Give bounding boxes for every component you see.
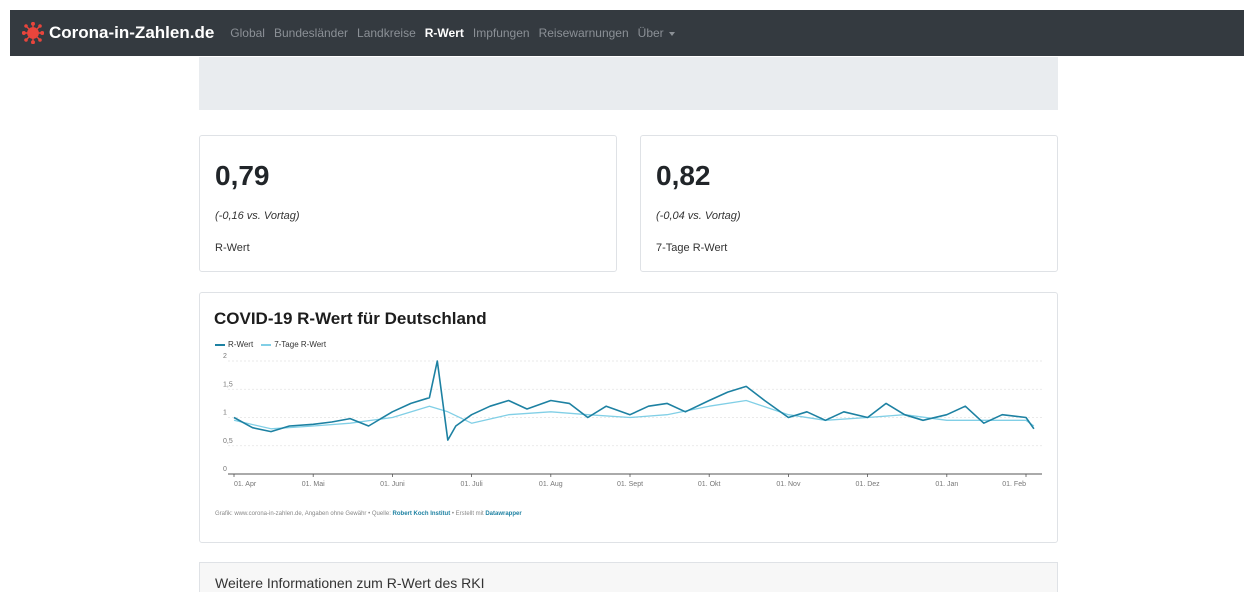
stat-label: 7-Tage R-Wert xyxy=(656,242,728,254)
datawrapper-link[interactable]: Datawrapper xyxy=(485,511,521,517)
series-line-r-wert xyxy=(233,360,1035,441)
x-tick-label: 01. Mai xyxy=(302,481,325,488)
x-tick-label: 01. Nov xyxy=(776,481,801,488)
nav-link-r-wert[interactable]: R-Wert xyxy=(425,26,464,40)
stat-value: 0,79 xyxy=(215,160,270,191)
nav-link-global[interactable]: Global xyxy=(230,26,265,40)
ad-banner-placeholder xyxy=(199,57,1058,110)
caret-down-icon xyxy=(668,31,675,36)
y-tick-label: 0,5 xyxy=(223,438,233,445)
brand-name: Corona-in-Zahlen.de xyxy=(49,23,215,42)
nav-link-reisewarnungen[interactable]: Reisewarnungen xyxy=(539,26,629,40)
x-tick-label: 01. Juni xyxy=(380,481,405,488)
x-tick-label: 01. Dez xyxy=(856,481,881,488)
y-tick-label: 2 xyxy=(223,353,227,360)
stat-value: 0,82 xyxy=(656,160,711,191)
nav-link-impfungen[interactable]: Impfungen xyxy=(473,26,530,40)
x-tick-label: 01. Juli xyxy=(461,481,484,488)
stat-change: (-0,04 vs. Vortag) xyxy=(656,210,741,222)
x-tick-label: 01. Jan xyxy=(935,481,958,488)
nav-links: Global Bundesländer Landkreise R-Wert Im… xyxy=(230,26,683,40)
stat-card-7-tage-r-wert: 0,82 (-0,04 vs. Vortag) 7-Tage R-Wert xyxy=(640,135,1058,272)
x-tick-label: 01. Okt xyxy=(698,481,721,488)
stat-card-r-wert: 0,79 (-0,16 vs. Vortag) R-Wert xyxy=(199,135,617,272)
x-tick-label: 01. Sept xyxy=(617,481,643,488)
chart-footer: Grafik: www.corona-in-zahlen.de, Angaben… xyxy=(215,511,522,517)
info-title: Weitere Informationen zum R-Wert des RKI xyxy=(215,575,485,591)
stat-label: R-Wert xyxy=(215,242,250,254)
r-wert-line-chart: 0 0,5 1 1,5 2 01. Apr 01. Mai 01. Juni 01. Juli 0… xyxy=(223,353,1042,488)
top-navbar: Corona-in-Zahlen.de Global Bundesländer … xyxy=(10,10,1244,56)
footer-text-mid: • Erstellt mit xyxy=(450,511,486,517)
y-tick-label: 0 xyxy=(223,466,227,473)
nav-dropdown-label: Über xyxy=(637,26,664,40)
info-section-header[interactable]: Weitere Informationen zum R-Wert des RKI xyxy=(199,562,1058,592)
series-line-7-tage-r-wert xyxy=(233,399,1035,430)
y-tick-label: 1,5 xyxy=(223,381,233,388)
footer-text: Grafik: www.corona-in-zahlen.de, Angaben… xyxy=(215,511,393,517)
virus-icon xyxy=(22,22,44,44)
nav-link-bundeslaender[interactable]: Bundesländer xyxy=(274,26,348,40)
stat-change: (-0,16 vs. Vortag) xyxy=(215,210,300,222)
chart-card: COVID-19 R-Wert für Deutschland R-Wert 7… xyxy=(199,292,1058,543)
x-tick-label: 01. Apr xyxy=(234,481,257,488)
x-tick-label: 01. Aug xyxy=(539,481,563,488)
y-tick-label: 1 xyxy=(223,410,227,417)
source-link[interactable]: Robert Koch Institut xyxy=(393,511,451,517)
brand-link[interactable]: Corona-in-Zahlen.de xyxy=(22,22,214,44)
x-tick-label: 01. Feb xyxy=(1002,481,1026,488)
nav-link-landkreise[interactable]: Landkreise xyxy=(357,26,416,40)
nav-dropdown-ueber[interactable]: Über xyxy=(638,26,675,40)
